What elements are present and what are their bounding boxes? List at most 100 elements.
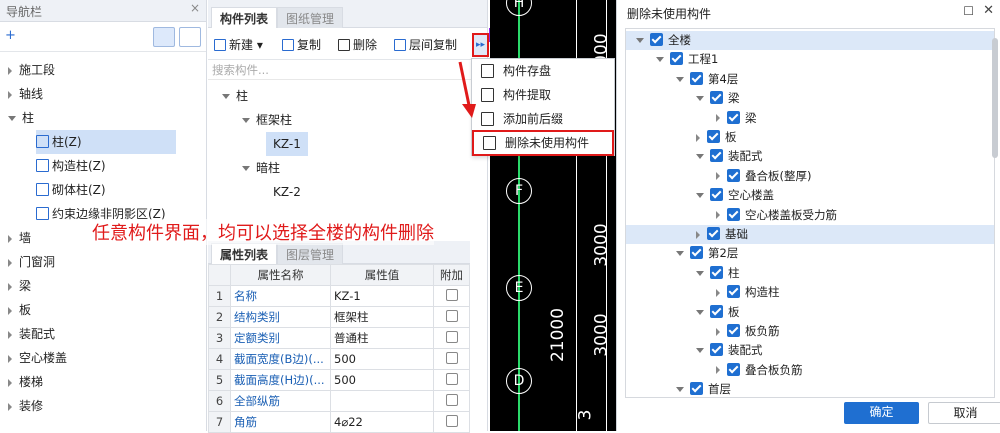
chevron-right-icon[interactable] xyxy=(716,288,720,297)
close-icon[interactable]: × xyxy=(190,1,200,15)
prop-extra[interactable] xyxy=(433,369,470,391)
tree-node[interactable]: 第4层 xyxy=(626,70,994,89)
tree-node[interactable]: 全楼 xyxy=(626,31,994,50)
tree-node[interactable]: 构造柱 xyxy=(626,283,994,302)
checkbox[interactable] xyxy=(690,382,703,396)
nav-item[interactable]: 空心楼盖 xyxy=(8,346,67,370)
tree-item-kz1[interactable]: KZ-1 xyxy=(266,132,308,156)
chevron-right-icon[interactable] xyxy=(716,172,720,181)
checkbox[interactable] xyxy=(727,362,740,376)
prop-extra[interactable] xyxy=(433,306,470,328)
chevron-right-icon[interactable] xyxy=(696,230,700,239)
checkbox[interactable] xyxy=(690,246,703,260)
table-row[interactable]: 4 截面宽度(B边)(... 500 xyxy=(208,348,470,370)
floor-copy-button[interactable]: 层间复制 xyxy=(394,36,457,53)
tree-node[interactable]: 梁 xyxy=(626,109,994,128)
checkbox[interactable] xyxy=(710,343,723,357)
checkbox[interactable] xyxy=(650,33,663,46)
nav-item[interactable]: 装配式 xyxy=(8,322,55,346)
tree-node[interactable]: 叠合板负筋 xyxy=(626,361,994,380)
chevron-right-icon[interactable] xyxy=(716,327,720,336)
chevron-right-icon[interactable] xyxy=(716,366,720,375)
chevron-down-icon[interactable] xyxy=(676,387,684,393)
chevron-down-icon[interactable] xyxy=(656,57,664,63)
tree-node[interactable]: 梁 xyxy=(626,89,994,108)
new-button[interactable]: 新建 ▾ xyxy=(214,36,263,53)
prop-value[interactable]: 500 xyxy=(330,369,434,391)
nav-item[interactable]: 梁 xyxy=(8,274,31,298)
nav-subitem[interactable]: 构造柱(Z) xyxy=(36,154,106,178)
checkbox[interactable] xyxy=(710,149,723,163)
tab-component-list[interactable]: 构件列表 xyxy=(211,7,278,28)
checkbox[interactable] xyxy=(445,414,458,427)
search-input[interactable]: 搜索构件... xyxy=(208,60,487,80)
chevron-down-icon[interactable] xyxy=(696,96,704,102)
prop-value[interactable]: 500 xyxy=(330,348,434,370)
table-row[interactable]: 7 角筋 4⌀22 xyxy=(208,411,470,433)
maximize-icon[interactable]: ☐ xyxy=(963,4,974,18)
more-button[interactable]: ▸▸ xyxy=(472,33,489,57)
table-row[interactable]: 2 结构类别 框架柱 xyxy=(208,306,470,328)
scrollbar[interactable] xyxy=(992,38,998,158)
detail-view-icon[interactable] xyxy=(179,27,201,47)
checkbox[interactable] xyxy=(445,393,458,406)
prop-extra[interactable] xyxy=(433,390,470,412)
table-row[interactable]: 3 定额类别 普通柱 xyxy=(208,327,470,349)
list-view-icon[interactable] xyxy=(153,27,175,47)
tree-node[interactable]: 装配式 xyxy=(626,341,994,360)
nav-item[interactable]: 楼梯 xyxy=(8,370,43,394)
tree-node[interactable]: 板 xyxy=(626,303,994,322)
tree-node[interactable]: 装配式 xyxy=(626,147,994,166)
checkbox[interactable] xyxy=(727,168,740,182)
ok-button[interactable]: 确定 xyxy=(844,402,919,424)
menu-item-add-prefix-suffix[interactable]: 添加前后缀 xyxy=(472,107,614,131)
tree-group-frame-column[interactable]: 框架柱 xyxy=(242,108,292,132)
menu-item-delete-unused[interactable]: 删除未使用构件 xyxy=(472,130,614,156)
prop-value[interactable]: 普通柱 xyxy=(330,327,434,349)
table-row[interactable]: 1 名称 KZ-1 xyxy=(208,285,470,307)
checkbox[interactable] xyxy=(727,110,740,124)
tree-node[interactable]: 板负筋 xyxy=(626,322,994,341)
prop-extra[interactable] xyxy=(433,411,470,433)
close-icon[interactable]: ✕ xyxy=(983,3,994,18)
tab-properties[interactable]: 属性列表 xyxy=(211,243,278,264)
chevron-down-icon[interactable] xyxy=(676,76,684,82)
nav-item[interactable]: 装修 xyxy=(8,394,43,418)
chevron-down-icon[interactable] xyxy=(696,348,704,354)
tree-node[interactable]: 首层 xyxy=(626,380,994,397)
nav-item[interactable]: 门窗洞 xyxy=(8,250,55,274)
nav-item[interactable]: 板 xyxy=(8,298,31,322)
chevron-right-icon[interactable] xyxy=(716,211,720,220)
nav-subitem[interactable]: 砌体柱(Z) xyxy=(36,178,106,202)
checkbox[interactable] xyxy=(727,285,740,299)
chevron-down-icon[interactable] xyxy=(676,251,684,257)
tree-node[interactable]: 第2层 xyxy=(626,244,994,263)
chevron-down-icon[interactable] xyxy=(696,309,704,315)
tab-layer-management[interactable]: 图层管理 xyxy=(277,243,344,264)
prop-extra[interactable] xyxy=(433,285,470,307)
prop-value[interactable]: 框架柱 xyxy=(330,306,434,328)
checkbox[interactable] xyxy=(727,207,740,221)
checkbox[interactable] xyxy=(445,351,458,364)
checkbox[interactable] xyxy=(710,304,723,318)
nav-item[interactable]: 墙 xyxy=(8,226,31,250)
cancel-button[interactable]: 取消 xyxy=(928,402,1000,424)
checkbox[interactable] xyxy=(690,71,703,85)
tree-node[interactable]: 叠合板(整厚) xyxy=(626,167,994,186)
nav-subitem[interactable]: 柱(Z) xyxy=(36,130,176,154)
checkbox[interactable] xyxy=(707,130,720,143)
checkbox[interactable] xyxy=(445,330,458,343)
tree-node[interactable]: 板 xyxy=(626,128,994,147)
table-row[interactable]: 5 截面高度(H边)(... 500 xyxy=(208,369,470,391)
checkbox[interactable] xyxy=(445,309,458,322)
chevron-down-icon[interactable] xyxy=(696,270,704,276)
checkbox[interactable] xyxy=(670,52,683,66)
chevron-down-icon[interactable] xyxy=(696,193,704,199)
delete-button[interactable]: 删除 xyxy=(338,36,377,53)
checkbox[interactable] xyxy=(710,265,723,279)
tab-drawing-management[interactable]: 图纸管理 xyxy=(277,7,344,28)
tree-node[interactable]: 柱 xyxy=(626,264,994,283)
copy-button[interactable]: 复制 xyxy=(282,36,321,53)
tree-item-kz2[interactable]: KZ-2 xyxy=(273,180,301,204)
chevron-down-icon[interactable] xyxy=(636,38,644,43)
